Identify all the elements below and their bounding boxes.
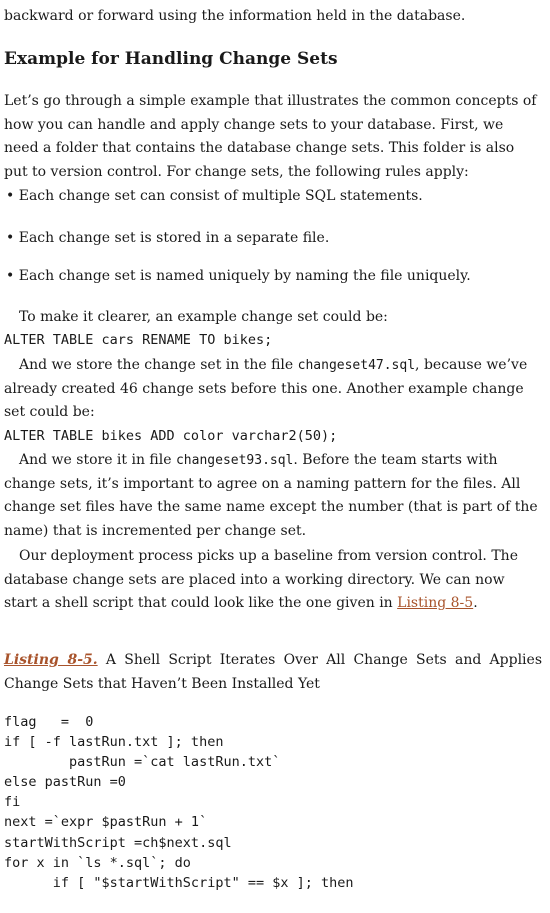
bullet-item: • Each change set is named uniquely by n… [6,268,471,284]
listing-caption: Listing 8-5. A Shell Script Iterates Ove… [4,652,543,692]
bullet-item: • Each change set can consist of multipl… [6,188,423,204]
paragraph-intro: Let’s go through a simple example that i… [4,93,537,180]
listing-8-5-link[interactable]: Listing 8-5 [397,595,473,611]
listing-code-block: flag = 0 if [ -f lastRun.txt ]; then pas… [4,714,354,891]
intro-line: backward or forward using the informatio… [4,8,466,24]
paragraph-example: To make it clearer, an example change se… [19,309,388,325]
document-page: backward or forward using the informatio… [0,0,550,913]
filename-changeset93: changeset93.sql [175,453,294,468]
listing-caption-label[interactable]: Listing 8-5. [4,652,98,668]
code-example-2: ALTER TABLE bikes ADD color varchar2(50)… [4,428,338,444]
paragraph-store-47: And we store the change set in the file … [4,357,528,420]
filename-changeset47: changeset47.sql [297,358,416,373]
section-heading: Example for Handling Change Sets [4,49,338,69]
bullet-item: • Each change set is stored in a separat… [6,230,330,246]
paragraph-deployment: Our deployment process picks up a baseli… [4,548,518,611]
paragraph-store-93: And we store it in file changeset93.sql.… [4,452,538,539]
code-example-1: ALTER TABLE cars RENAME TO bikes; [4,332,273,348]
